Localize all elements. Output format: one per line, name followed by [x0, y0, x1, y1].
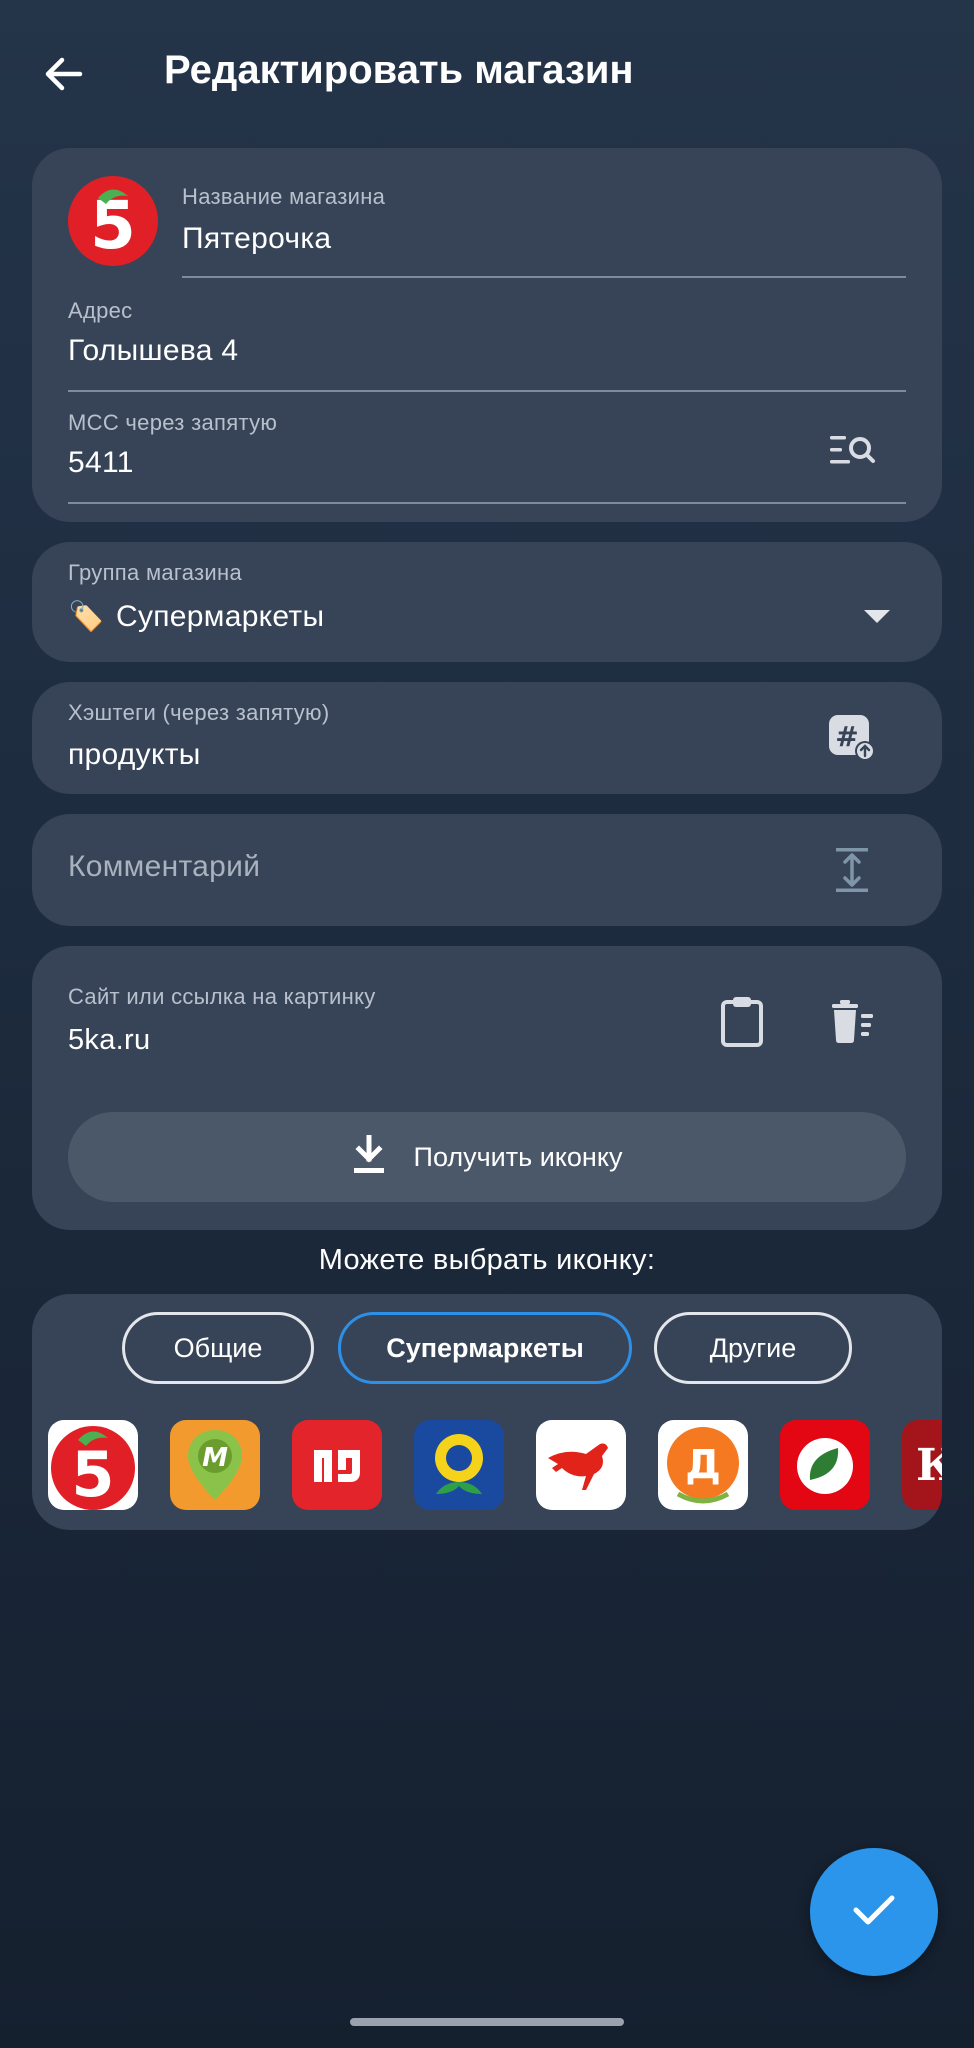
svg-text:#: # [835, 720, 858, 753]
get-icon-label: Получить иконку [413, 1141, 623, 1172]
lenta-icon[interactable] [414, 1420, 504, 1510]
search-list-icon[interactable] [824, 422, 880, 478]
store-logo[interactable]: 5 [68, 176, 158, 266]
store-info-card: 5 Название магазина Пятерочка Адрес Голы… [32, 148, 942, 522]
site-input[interactable]: 5ka.ru [68, 1024, 150, 1057]
svg-text:Д: Д [685, 1442, 721, 1488]
save-button[interactable] [810, 1848, 938, 1976]
back-arrow-icon[interactable] [40, 50, 88, 98]
chevron-down-icon[interactable] [864, 610, 890, 629]
svg-text:5: 5 [71, 1438, 114, 1510]
group-select[interactable]: Группа магазина 🏷️ Супермаркеты [32, 542, 942, 662]
mcc-label: MCC через запятую [68, 410, 278, 435]
mcc-underline [68, 502, 906, 504]
choose-icon-title: Можете выбрать иконку: [318, 1244, 656, 1276]
download-icon [352, 1134, 386, 1180]
group-emoji: 🏷️ [68, 601, 105, 633]
dixy-icon[interactable]: Д [658, 1420, 748, 1510]
perekrestok-icon[interactable] [780, 1420, 870, 1510]
svg-text:К: К [916, 1440, 942, 1491]
get-icon-button[interactable]: Получить иконку [68, 1112, 906, 1202]
icon-strip: 5 M Д К [32, 1294, 942, 1530]
hashtags-card: Хэштеги (через запятую) продукты # [32, 682, 942, 794]
address-label: Адрес [68, 298, 133, 323]
svg-text:M: M [202, 1443, 228, 1473]
hashtag-upload-icon[interactable]: # [824, 710, 880, 766]
comment-card: Комментарий [32, 814, 942, 926]
hashtags-input[interactable]: продукты [68, 738, 201, 772]
store-name-label: Название магазина [182, 184, 386, 209]
check-icon [852, 1893, 896, 1932]
site-label: Сайт или ссылка на картинку [68, 984, 376, 1009]
magnit-icon[interactable] [292, 1420, 382, 1510]
krasnoe-beloe-icon[interactable]: К [902, 1420, 942, 1510]
store-name-input[interactable]: Пятерочка [182, 222, 331, 256]
comment-input[interactable]: Комментарий [68, 850, 260, 884]
home-indicator [350, 2018, 624, 2026]
monetka-icon[interactable]: M [170, 1420, 260, 1510]
clipboard-icon[interactable] [714, 994, 770, 1050]
group-value: Супермаркеты [116, 600, 325, 633]
page-title: Редактировать магазин [164, 48, 634, 92]
auchan-icon[interactable] [536, 1420, 626, 1510]
mcc-input[interactable]: 5411 [68, 446, 134, 480]
pyaterochka-icon[interactable]: 5 [48, 1420, 138, 1510]
hashtags-label: Хэштеги (через запятую) [68, 700, 330, 725]
group-label: Группа магазина [68, 560, 242, 585]
address-input[interactable]: Голышева 4 [68, 334, 238, 368]
store-name-underline [182, 276, 906, 278]
expand-vertical-icon[interactable] [824, 842, 880, 898]
address-underline [68, 390, 906, 392]
svg-text:5: 5 [90, 187, 136, 264]
delete-sweep-icon[interactable] [824, 994, 880, 1050]
